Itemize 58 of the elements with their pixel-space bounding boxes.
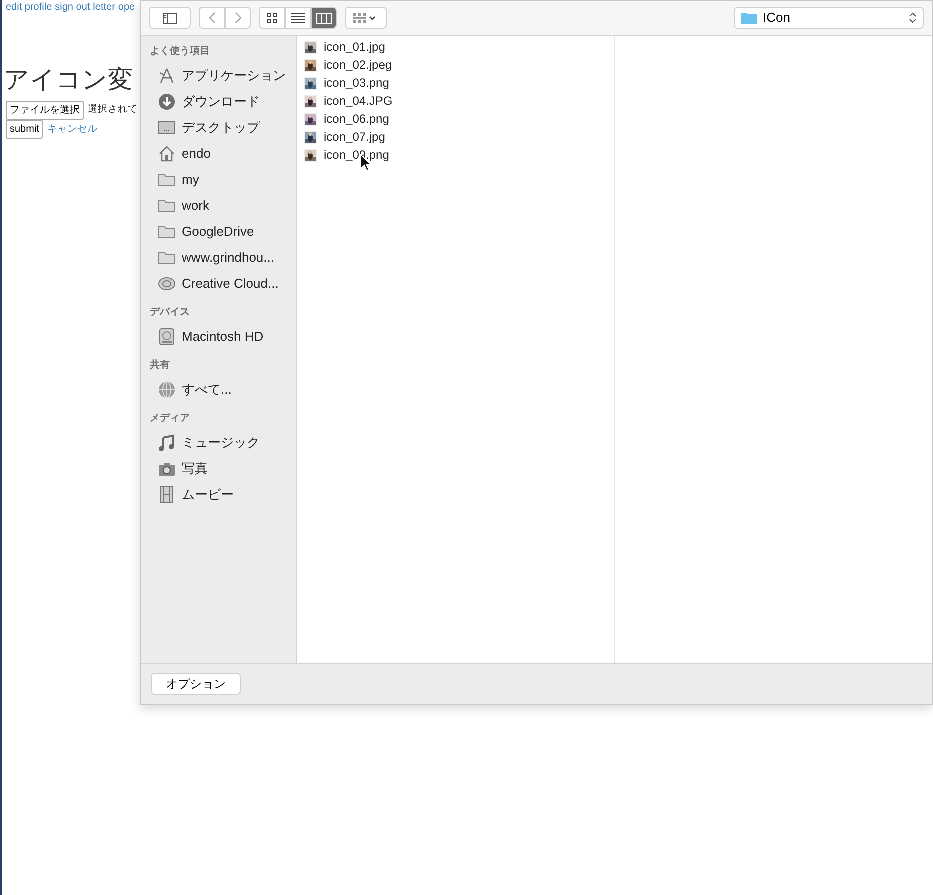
sidebar-item[interactable]: 写真 — [150, 456, 296, 482]
network-icon — [158, 381, 176, 399]
options-button[interactable]: オプション — [151, 673, 241, 695]
sidebar-heading: メディア — [150, 412, 191, 426]
sidebar-item[interactable]: すべて... — [150, 377, 296, 403]
file-select-button[interactable]: ファイルを選択 — [6, 101, 84, 120]
sidebar-item[interactable]: ミュージック — [150, 430, 296, 456]
nav-link[interactable]: letter — [93, 0, 116, 15]
grid-icon — [266, 12, 278, 24]
folder-icon — [741, 12, 757, 24]
sidebar-item[interactable]: ダウンロード — [150, 89, 296, 115]
columns-icon — [316, 12, 332, 24]
sidebar-item[interactable]: デスクトップ — [150, 115, 296, 141]
updown-arrows-icon — [909, 12, 917, 24]
movie-icon — [158, 486, 176, 504]
file-row[interactable]: icon_03.png — [297, 74, 614, 92]
sidebar-heading: デバイス — [150, 306, 191, 320]
file-row[interactable]: icon_04.JPG — [297, 92, 614, 110]
home-icon — [158, 145, 176, 163]
sidebar-item[interactable]: www.grindhou... — [150, 245, 296, 271]
sidebar-item[interactable]: Creative Cloud... — [150, 271, 296, 297]
page-heading: アイコン変 — [4, 65, 133, 95]
download-icon — [158, 93, 176, 111]
file-row[interactable]: icon_09.png — [297, 146, 614, 164]
sidebar-item[interactable]: my — [150, 167, 296, 193]
cloud-icon — [158, 275, 176, 293]
list-icon — [291, 13, 305, 23]
file-row[interactable]: icon_02.jpeg — [297, 56, 614, 74]
file-row[interactable]: icon_01.jpg — [297, 38, 614, 56]
sidebar-heading: 共有 — [150, 358, 171, 373]
location-popup[interactable]: ICon — [734, 7, 924, 29]
nav-link[interactable]: edit profile — [6, 0, 52, 15]
photo-icon — [158, 460, 176, 478]
sidebar-item[interactable]: work — [150, 193, 296, 219]
music-icon — [158, 434, 176, 452]
chevron-icon — [208, 12, 216, 24]
arrange-menu-button[interactable] — [345, 7, 387, 29]
sidebar-item[interactable]: endo — [150, 141, 296, 167]
cancel-link[interactable]: キャンセル — [47, 122, 98, 137]
file-status-text: 選択されて — [88, 103, 138, 118]
sidebar-item[interactable]: GoogleDrive — [150, 219, 296, 245]
view-mode-button[interactable] — [259, 7, 285, 29]
desktop-icon — [158, 119, 176, 137]
sidebar-toggle-button[interactable] — [149, 7, 191, 29]
sidebar-icon — [163, 12, 177, 24]
sidebar-item[interactable]: Macintosh HD — [150, 324, 296, 350]
sidebar-item[interactable]: ムービー — [150, 482, 296, 508]
view-mode-button[interactable] — [311, 7, 337, 29]
apps-icon — [158, 67, 176, 85]
nav-link[interactable]: sign out — [55, 0, 90, 15]
file-row[interactable]: icon_07.jpg — [297, 128, 614, 146]
sidebar-heading: よく使う項目 — [150, 44, 211, 59]
submit-button[interactable]: submit — [6, 120, 44, 139]
nav-link[interactable]: ope — [118, 0, 136, 15]
sidebar-item[interactable]: アプリケーション — [150, 63, 296, 89]
chevron-icon — [234, 12, 242, 24]
view-mode-button[interactable] — [285, 7, 311, 29]
file-row[interactable]: icon_06.png — [297, 110, 614, 128]
